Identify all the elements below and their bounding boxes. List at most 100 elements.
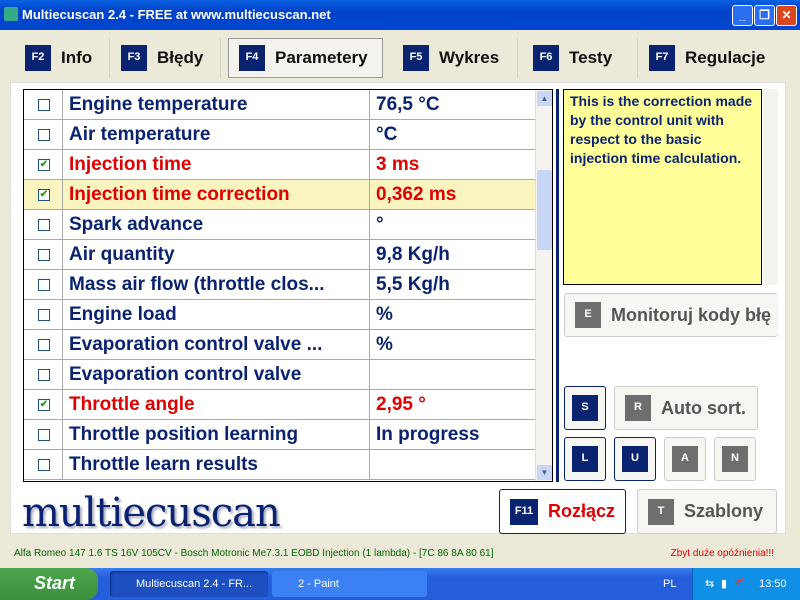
parameter-checkbox[interactable] <box>38 279 50 291</box>
checkbox-cell: ✔ <box>24 390 63 420</box>
warning-status: Zbyt duże opóźnienia!!! <box>670 548 774 559</box>
tab-testy[interactable]: F6 Testy <box>523 38 638 78</box>
parameter-checkbox[interactable] <box>38 129 50 141</box>
checkbox-cell <box>24 450 63 480</box>
tab-key: F6 <box>533 45 559 71</box>
network-icon[interactable]: ⇆ <box>705 577 714 590</box>
taskbar-item-multiecuscan[interactable]: Multiecuscan 2.4 - FR... <box>110 571 268 597</box>
vehicle-status: Alfa Romeo 147 1.6 TS 16V 105CV - Bosch … <box>14 548 494 559</box>
table-row[interactable]: Evaporation control valve <box>24 360 536 390</box>
parameter-checkbox[interactable] <box>38 309 50 321</box>
close-button[interactable]: ✕ <box>776 5 797 26</box>
description-scrollbar[interactable] <box>763 89 778 285</box>
taskbar-item-label: 2 - Paint <box>298 578 339 590</box>
templates-button[interactable]: T Szablony <box>637 489 777 534</box>
tab-wykres[interactable]: F5 Wykres <box>393 38 518 78</box>
button-key: F11 <box>510 498 538 525</box>
parameter-name: Injection time correction <box>63 180 370 210</box>
parameter-value: 76,5 °C <box>376 94 440 115</box>
tab-bar: F2 Info F3 Błędy F4 Parametery F5 Wykres F6 T… <box>15 38 785 78</box>
a-button[interactable]: A <box>664 437 706 481</box>
parameter-name: Air quantity <box>63 240 370 270</box>
minimize-button[interactable]: _ <box>732 5 753 26</box>
auto-sort-button[interactable]: R Auto sort. <box>614 386 758 430</box>
scroll-down-icon[interactable]: ▼ <box>537 465 552 480</box>
button-key: A <box>672 446 698 472</box>
tab-key: F3 <box>121 45 147 71</box>
clock: 13:50 <box>759 578 787 590</box>
table-scrollbar[interactable]: ▲ ▼ <box>535 90 552 481</box>
table-row[interactable]: Engine load % <box>24 300 536 330</box>
parameter-description: This is the correction made by the contr… <box>563 89 762 285</box>
parameter-checkbox[interactable] <box>38 249 50 261</box>
table-row[interactable]: Air quantity 9,8 Kg/h <box>24 240 536 270</box>
parameter-value: 9,8 Kg/h <box>376 244 450 265</box>
button-label: Auto sort. <box>661 397 746 418</box>
parameter-name: Injection time <box>63 150 370 180</box>
parameter-value: % <box>376 334 393 355</box>
taskbar: Start Multiecuscan 2.4 - FR... 2 - Paint… <box>0 568 800 600</box>
parameter-name: Mass air flow (throttle clos... <box>63 270 370 300</box>
tab-regulacje[interactable]: F7 Regulacje <box>639 38 785 78</box>
security-shield-icon[interactable]: ⛨ <box>735 576 743 589</box>
checkbox-cell <box>24 120 63 150</box>
monitor-errors-button[interactable]: E Monitoruj kody błę <box>564 293 778 337</box>
system-tray: ⇆ ▮ ⛨ 13:50 <box>692 568 800 600</box>
parameter-checkbox[interactable] <box>38 219 50 231</box>
checkbox-cell <box>24 420 63 450</box>
table-row[interactable]: Evaporation control valve ... % <box>24 330 536 360</box>
parameter-value: 5,5 Kg/h <box>376 274 450 295</box>
tab-info[interactable]: F2 Info <box>15 38 110 78</box>
parameter-name: Evaporation control valve ... <box>63 330 370 360</box>
table-row[interactable]: Engine temperature 76,5 °C <box>24 90 536 120</box>
app-icon <box>4 7 18 21</box>
parameter-checkbox[interactable]: ✔ <box>38 159 50 171</box>
language-indicator[interactable]: PL <box>663 578 676 590</box>
disconnect-button[interactable]: F11 Rozłącz <box>499 489 626 534</box>
battery-icon[interactable]: ▮ <box>721 577 727 590</box>
parameter-checkbox[interactable] <box>38 459 50 471</box>
l-button[interactable]: L <box>564 437 606 481</box>
parameter-name: Throttle learn results <box>63 450 370 480</box>
checkbox-cell <box>24 330 63 360</box>
parameter-checkbox[interactable] <box>38 99 50 111</box>
scroll-thumb[interactable] <box>537 170 552 250</box>
parameter-name: Engine temperature <box>63 90 370 120</box>
checkbox-cell: ✔ <box>24 180 63 210</box>
window-title: Multiecuscan 2.4 - FREE at www.multiecus… <box>22 7 331 22</box>
parameter-checkbox[interactable]: ✔ <box>38 399 50 411</box>
s-button[interactable]: S <box>564 386 606 430</box>
u-button[interactable]: U <box>614 437 656 481</box>
parameters-table: Engine temperature 76,5 °C Air temperature… <box>23 89 553 482</box>
table-row[interactable]: ✔ Throttle angle 2,95 ° <box>24 390 536 420</box>
parameter-checkbox[interactable]: ✔ <box>38 189 50 201</box>
table-row[interactable]: Mass air flow (throttle clos... 5,5 Kg/h <box>24 270 536 300</box>
table-row[interactable]: ✔ Injection time 3 ms <box>24 150 536 180</box>
taskbar-item-paint[interactable]: 2 - Paint <box>272 571 427 597</box>
parameter-checkbox[interactable] <box>38 429 50 441</box>
parameter-checkbox[interactable] <box>38 369 50 381</box>
table-row[interactable]: Throttle position learning In progress <box>24 420 536 450</box>
tab-bledy[interactable]: F3 Błędy <box>111 38 221 78</box>
start-button[interactable]: Start <box>0 568 98 600</box>
table-row[interactable]: Air temperature °C <box>24 120 536 150</box>
splitter[interactable] <box>556 89 559 482</box>
tab-parametery[interactable]: F4 Parametery <box>228 38 383 78</box>
table-row[interactable]: Throttle learn results <box>24 450 536 480</box>
parameter-value <box>370 450 536 480</box>
taskbar-item-label: Multiecuscan 2.4 - FR... <box>136 578 253 590</box>
checkbox-cell <box>24 240 63 270</box>
table-row[interactable]: Spark advance ° <box>24 210 536 240</box>
restore-button[interactable]: ❐ <box>754 5 775 26</box>
parameter-name: Air temperature <box>63 120 370 150</box>
button-key: N <box>722 446 748 472</box>
table-row[interactable]: ✔ Injection time correction 0,362 ms <box>24 180 536 210</box>
button-key: T <box>648 498 674 525</box>
tab-label: Regulacje <box>685 48 766 67</box>
parameter-checkbox[interactable] <box>38 339 50 351</box>
checkbox-cell: ✔ <box>24 150 63 180</box>
button-key: S <box>572 395 598 421</box>
scroll-up-icon[interactable]: ▲ <box>537 91 552 106</box>
n-button[interactable]: N <box>714 437 756 481</box>
start-label: Start <box>34 573 76 593</box>
